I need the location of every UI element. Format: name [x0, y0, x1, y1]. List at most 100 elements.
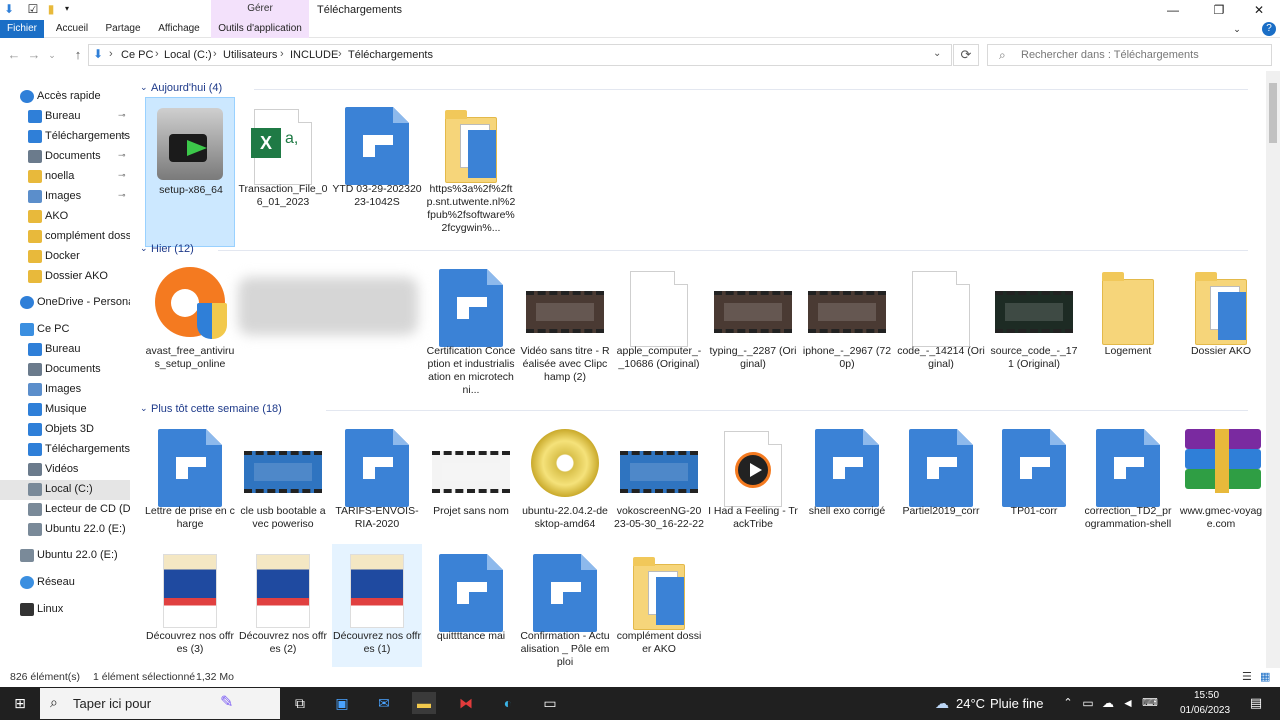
sidebar-item[interactable]: AKO — [0, 207, 130, 227]
tab-partage[interactable]: Partage — [100, 20, 146, 38]
task-view-icon[interactable]: ⧉ — [288, 692, 312, 714]
breadcrumb-telechargements[interactable]: Téléchargements — [348, 49, 433, 61]
refresh-button[interactable]: ⟳ — [953, 44, 979, 66]
file-item[interactable]: source_code_-_171 (Original) — [989, 259, 1079, 409]
file-item[interactable]: TP01-corr — [989, 419, 1079, 569]
chevron-down-icon[interactable]: ⌄ — [933, 48, 941, 59]
sidebar-item[interactable]: OneDrive - Personal — [0, 293, 130, 313]
file-item[interactable]: Vidéo sans titre - Réalisée avec Clipcha… — [520, 259, 610, 409]
app-window-icon[interactable]: ▭ — [538, 692, 562, 714]
help-button[interactable]: ? — [1262, 22, 1276, 36]
forward-button[interactable]: → — [26, 47, 42, 63]
back-button[interactable]: ← — [6, 47, 22, 63]
file-item[interactable] — [238, 259, 426, 409]
large-icons-view-icon[interactable]: ▦ — [1260, 670, 1270, 683]
minimize-button[interactable]: — — [1150, 1, 1196, 19]
download-icon[interactable]: ⬇ — [2, 2, 16, 16]
sidebar-item[interactable]: Images — [0, 380, 130, 400]
address-bar[interactable]: ⬇ › Ce PC › Local (C:) › Utilisateurs › … — [88, 44, 952, 66]
sidebar-item[interactable]: complément dossie — [0, 227, 130, 247]
taskbar-search-input[interactable]: ⌕ Taper ici pour ✎ — [40, 688, 280, 719]
scrollbar-thumb[interactable] — [1269, 83, 1277, 143]
close-button[interactable]: ✕ — [1236, 1, 1280, 19]
group-header[interactable]: ⌄ Plus tôt cette semaine (18) — [138, 402, 1258, 418]
file-item[interactable]: setup-x86_64 — [145, 97, 235, 247]
file-item[interactable]: I Had a Feeling - TrackTribe — [708, 419, 798, 569]
notifications-icon[interactable]: ▤ — [1244, 692, 1268, 714]
properties-icon[interactable]: ☑ — [26, 2, 40, 16]
breadcrumb-separator[interactable]: › — [280, 48, 284, 60]
sidebar-item[interactable]: Objets 3D — [0, 420, 130, 440]
windows-start-icon[interactable]: ⊞ — [8, 692, 32, 714]
file-item[interactable]: Découvrez nos offres (2) — [238, 544, 328, 667]
acrobat-icon[interactable]: ⧓ — [454, 692, 478, 714]
mail-icon[interactable]: ✉ — [372, 692, 396, 714]
breadcrumb-separator[interactable]: › — [109, 48, 113, 60]
file-item[interactable]: Confirmation - Actualisation _ Pôle empl… — [520, 544, 610, 667]
expand-ribbon-icon[interactable]: ⌄ — [1230, 20, 1244, 38]
file-item[interactable]: shell exo corrigé — [802, 419, 892, 569]
weather-icon[interactable]: ☁ — [930, 692, 954, 714]
file-item[interactable]: quittttance mai — [426, 544, 516, 667]
breadcrumb-include[interactable]: INCLUDE — [290, 49, 338, 61]
file-item[interactable]: complément dossier AKO — [614, 544, 704, 667]
file-item[interactable]: Partiel2019_corr — [896, 419, 986, 569]
file-item[interactable]: correction_TD2_programmation-shell — [1083, 419, 1173, 569]
sidebar-item[interactable]: Téléchargements — [0, 440, 130, 460]
tab-accueil[interactable]: Accueil — [50, 20, 94, 38]
breadcrumb-ce-pc[interactable]: Ce PC — [121, 49, 153, 61]
speaker-icon[interactable]: ◄ — [1116, 692, 1140, 714]
tab-fichier[interactable]: Fichier — [0, 20, 44, 38]
sidebar-item[interactable]: noella ⊸ — [0, 167, 130, 187]
file-item[interactable]: Xa, Transaction_File_06_01_2023 — [238, 97, 328, 247]
edge-icon[interactable]: ◐ — [496, 692, 520, 714]
file-item[interactable]: Dossier AKO — [1176, 259, 1266, 409]
sidebar-item[interactable]: Accès rapide — [0, 87, 130, 107]
sidebar-item[interactable]: Lecteur de CD (D:) — [0, 500, 130, 520]
file-item[interactable]: Certification Conception et industrialis… — [426, 259, 516, 409]
sidebar-item[interactable]: Réseau — [0, 573, 130, 593]
details-view-icon[interactable]: ☰ — [1242, 670, 1252, 683]
breadcrumb-separator[interactable]: › — [155, 48, 159, 60]
breadcrumb-separator[interactable]: › — [338, 48, 342, 60]
language-icon[interactable]: ⌨ — [1138, 692, 1162, 714]
search-input[interactable]: ⌕ Rechercher dans : Téléchargements — [987, 44, 1272, 66]
sidebar-item[interactable]: Documents ⊸ — [0, 147, 130, 167]
folder-icon[interactable]: ▮ — [44, 2, 58, 16]
file-item[interactable]: Logement — [1083, 259, 1173, 409]
customize-quick-access-icon[interactable]: ▾ — [60, 2, 74, 16]
file-item[interactable]: code_-_14214 (Original) — [896, 259, 986, 409]
sidebar-item[interactable]: Ce PC — [0, 320, 130, 340]
file-item[interactable]: Découvrez nos offres (3) — [145, 544, 235, 667]
sidebar-item[interactable]: Documents — [0, 360, 130, 380]
weather-temperature[interactable]: 24°C — [956, 696, 985, 711]
file-explorer-icon[interactable]: ▬ — [412, 692, 436, 714]
vertical-scrollbar[interactable] — [1266, 71, 1280, 668]
tab-affichage[interactable]: Affichage — [152, 20, 206, 38]
sidebar-item[interactable]: Ubuntu 22.0 (E:) — [0, 520, 130, 540]
file-item[interactable]: apple_computer_-_10686 (Original) — [614, 259, 704, 409]
store-icon[interactable]: ▣ — [330, 692, 354, 714]
file-item[interactable]: https%3a%2f%2ftp.snt.utwente.nl%2fpub%2f… — [426, 97, 516, 247]
group-header[interactable]: ⌄ Hier (12) — [138, 242, 1258, 258]
file-item[interactable]: Découvrez nos offres (1) — [332, 544, 422, 667]
sidebar-item[interactable]: Téléchargements ⊸ — [0, 127, 130, 147]
sidebar-item[interactable]: Ubuntu 22.0 (E:) — [0, 546, 130, 566]
clock-date[interactable]: 01/06/2023 — [1180, 705, 1230, 716]
file-item[interactable]: avast_free_antivirus_setup_online — [145, 259, 235, 409]
group-header[interactable]: ⌄ Aujourd'hui (4) — [138, 81, 1258, 97]
breadcrumb-utilisateurs[interactable]: Utilisateurs — [223, 49, 277, 61]
weather-description[interactable]: Pluie fine — [990, 696, 1043, 711]
sidebar-item[interactable]: Dossier AKO — [0, 267, 130, 287]
file-item[interactable]: iphone_-_2967 (720p) — [802, 259, 892, 409]
sidebar-item[interactable]: Local (C:) — [0, 480, 130, 500]
sidebar-item[interactable]: Linux — [0, 600, 130, 620]
sidebar-item[interactable]: Docker — [0, 247, 130, 267]
breadcrumb-local-c[interactable]: Local (C:) — [164, 49, 212, 61]
breadcrumb-separator[interactable]: › — [213, 48, 217, 60]
recent-locations-icon[interactable]: ⌄ — [44, 47, 60, 63]
tab-outils-application[interactable]: Outils d'application — [211, 20, 309, 38]
file-item[interactable]: typing_-_2287 (Original) — [708, 259, 798, 409]
file-item[interactable]: www.gmec-voyage.com — [1176, 419, 1266, 569]
sidebar-item[interactable]: Musique — [0, 400, 130, 420]
